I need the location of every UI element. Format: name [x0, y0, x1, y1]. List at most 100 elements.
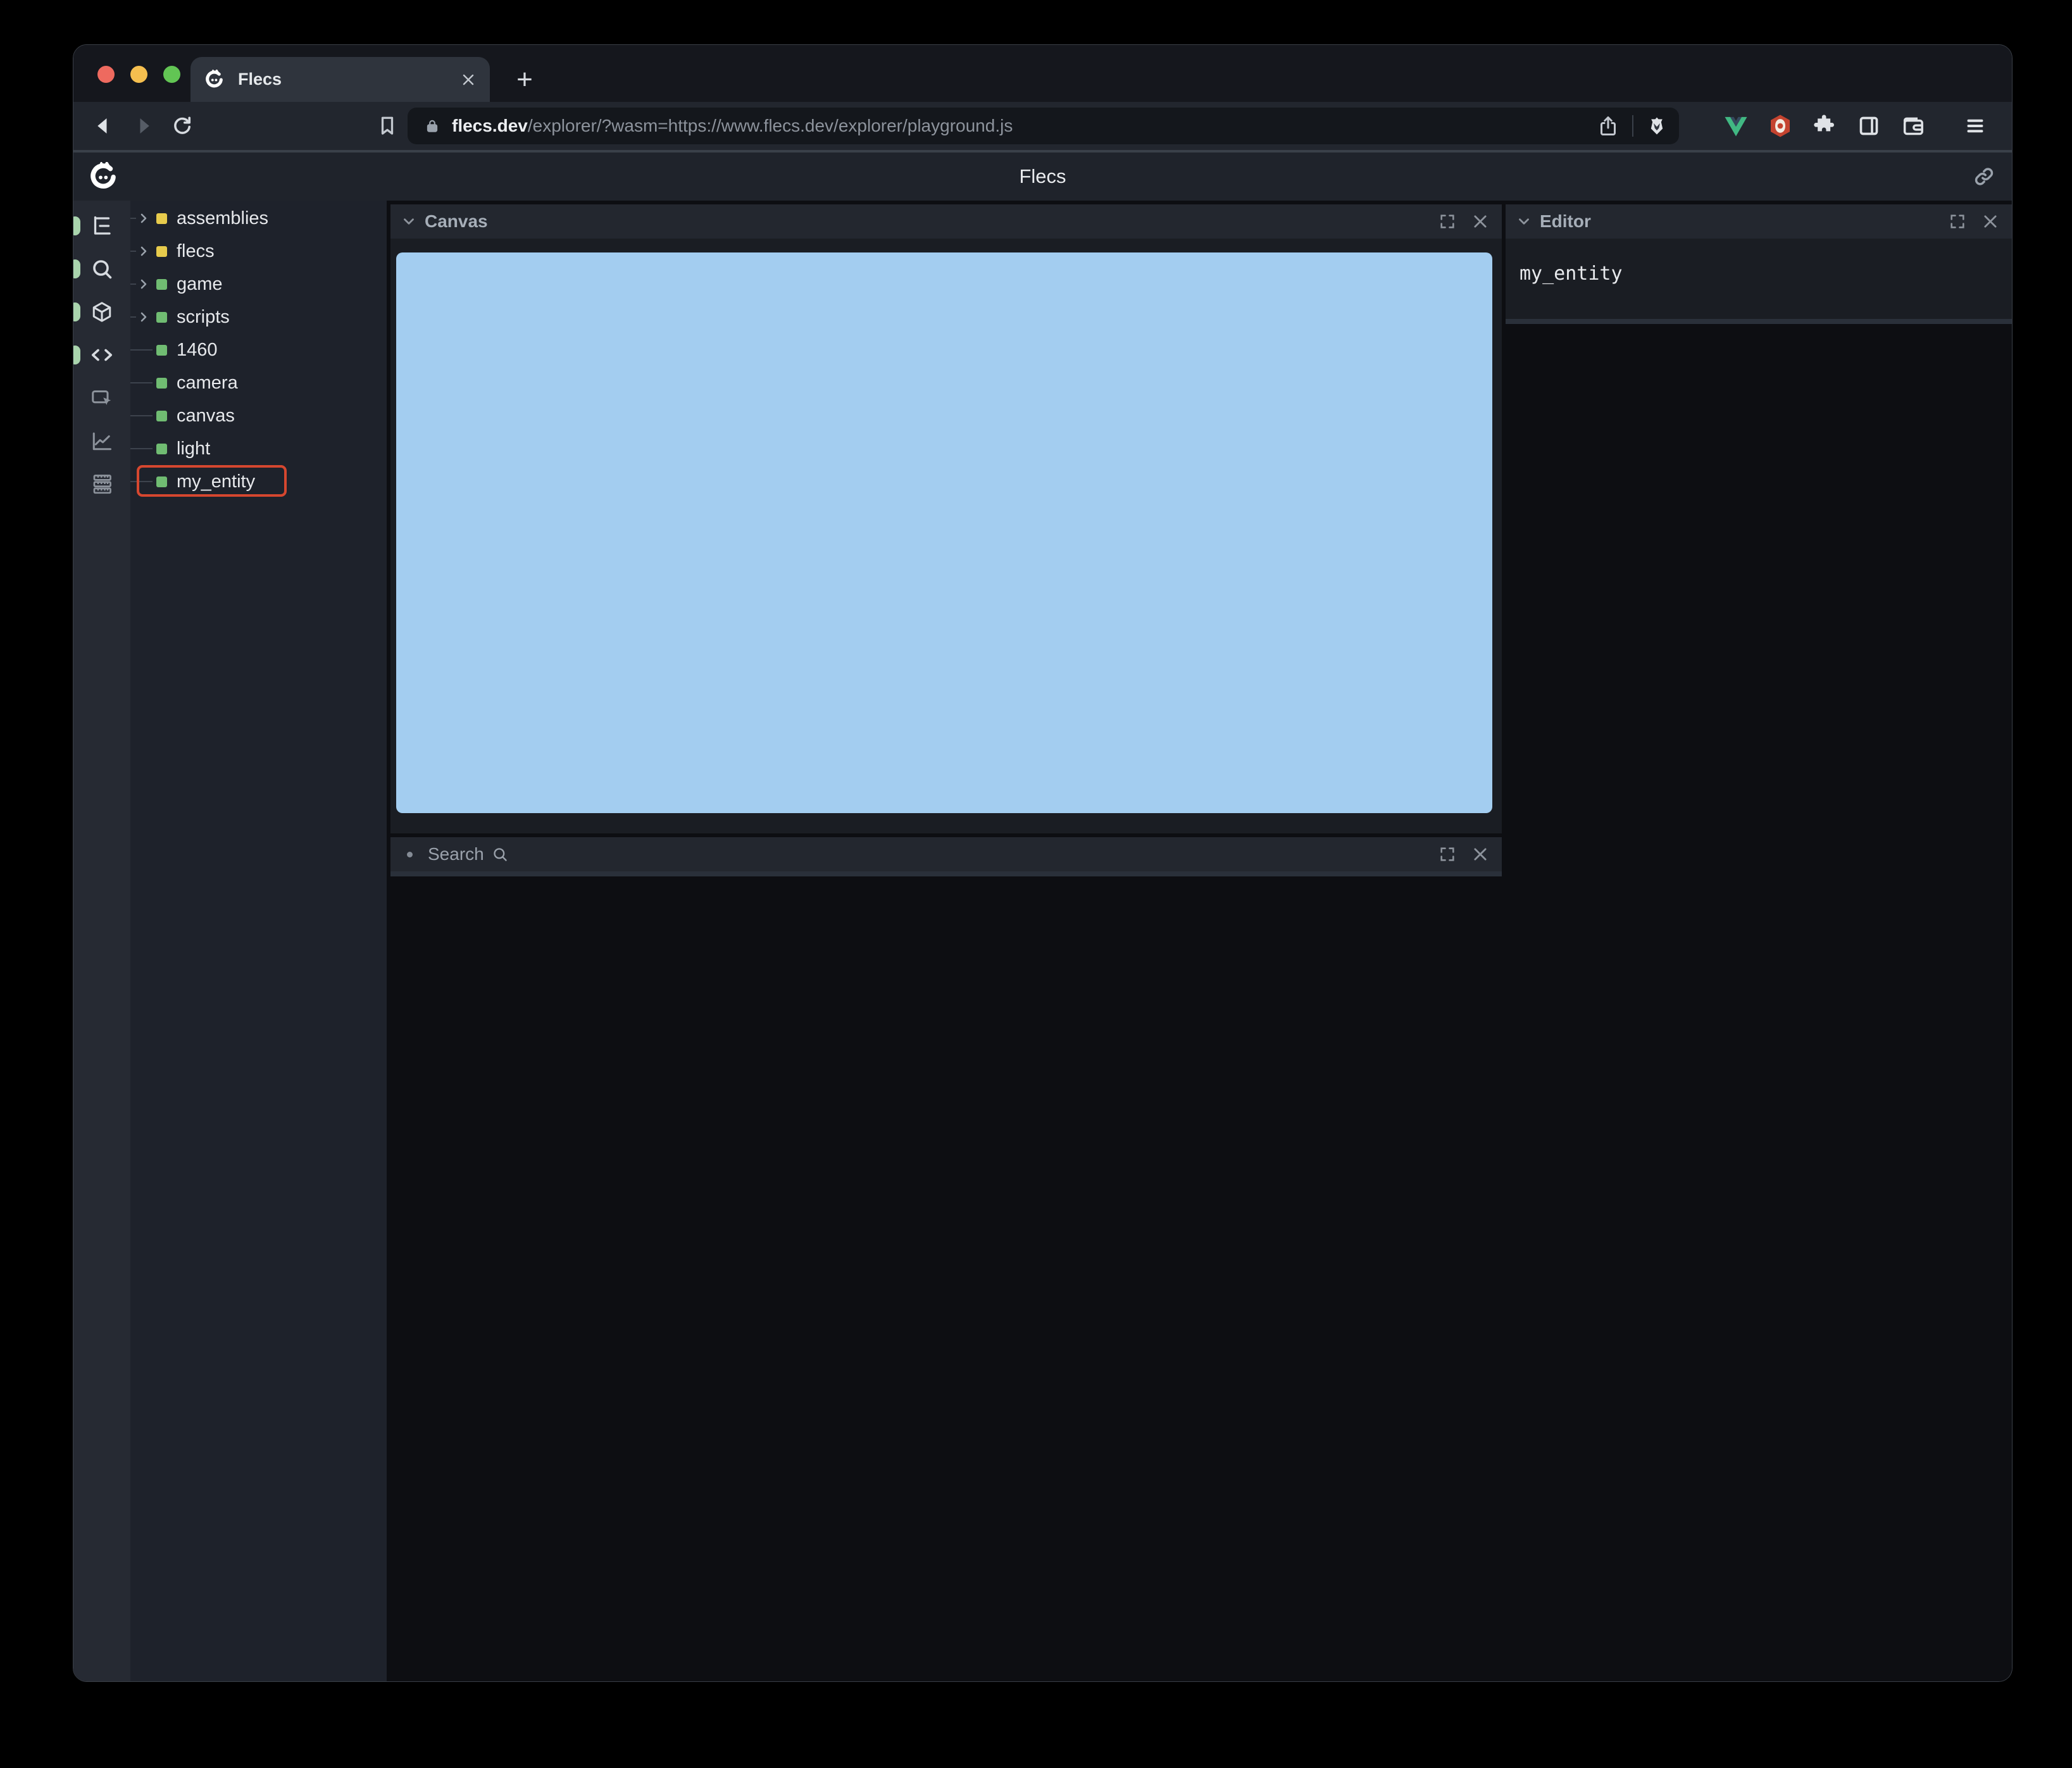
- search-icon: [93, 260, 112, 279]
- minimize-window-button[interactable]: [130, 66, 147, 83]
- tree-item-scripts[interactable]: scripts: [130, 301, 387, 333]
- panel-title: Canvas: [425, 211, 488, 231]
- reload-button[interactable]: [171, 115, 194, 137]
- wallet-button[interactable]: [1900, 113, 1926, 139]
- fullscreen-button[interactable]: [1949, 213, 1966, 230]
- extensions-menu-button[interactable]: [1812, 113, 1837, 139]
- app-header: Flecs: [73, 153, 2012, 201]
- tree-connector: [130, 309, 153, 325]
- share-link-button[interactable]: [1973, 165, 1995, 188]
- fullscreen-button[interactable]: [1439, 845, 1456, 863]
- tree-item-1460[interactable]: 1460: [130, 333, 387, 366]
- search-icon: [494, 847, 507, 861]
- cube-icon: [92, 302, 111, 322]
- chevron-right-icon: [140, 312, 147, 322]
- entity-kind-square: [156, 278, 167, 290]
- canvas-panel-header: Canvas: [390, 204, 1502, 239]
- entity-kind-square: [156, 311, 167, 323]
- desktop: Flecs + flecs.dev/explorer/?wasm=https:/…: [0, 0, 2072, 1768]
- brave-shields-button[interactable]: [1646, 115, 1668, 137]
- flecs-favicon-icon: [204, 70, 224, 89]
- close-window-button[interactable]: [97, 66, 115, 83]
- render-canvas[interactable]: [396, 252, 1492, 813]
- back-button[interactable]: [92, 115, 115, 137]
- editor-column: Editor my_entity: [1506, 204, 2012, 1681]
- share-button[interactable]: [1597, 115, 1620, 137]
- vue-devtools-button[interactable]: [1723, 113, 1749, 139]
- share-icon: [1601, 116, 1616, 135]
- chevron-down-icon[interactable]: [1516, 213, 1532, 230]
- new-tab-button[interactable]: +: [510, 65, 539, 94]
- chart-icon: [92, 432, 111, 451]
- close-panel-button[interactable]: [1471, 845, 1489, 863]
- browser-menu-button[interactable]: [1964, 115, 1987, 137]
- chevron-down-icon[interactable]: [401, 213, 417, 230]
- tree-item-label: assemblies: [177, 208, 269, 228]
- address-bar[interactable]: flecs.dev/explorer/?wasm=https://www.fle…: [408, 108, 1679, 144]
- sidebar-inspect-button[interactable]: [73, 380, 130, 416]
- app-title: Flecs: [1019, 165, 1066, 187]
- tree-item-flecs[interactable]: flecs: [130, 235, 387, 268]
- extension-button[interactable]: [1768, 113, 1793, 139]
- editor-panel-body[interactable]: my_entity: [1506, 239, 2012, 319]
- sidebar-toggle-button[interactable]: [1856, 113, 1882, 139]
- panel-title: Editor: [1540, 211, 1591, 231]
- zoom-window-button[interactable]: [163, 66, 180, 83]
- close-panel-button[interactable]: [1471, 213, 1489, 230]
- hamburger-menu-icon: [1967, 119, 1983, 133]
- tree-item-label: camera: [177, 372, 238, 393]
- tree-connector: [130, 349, 153, 351]
- tree-item-camera[interactable]: camera: [130, 366, 387, 399]
- sidebar-search-button[interactable]: [73, 251, 130, 287]
- urlbar-divider: [1632, 115, 1633, 137]
- url-text: flecs.dev/explorer/?wasm=https://www.fle…: [452, 116, 1597, 136]
- editor-panel: Editor my_entity: [1506, 204, 2012, 324]
- sidebar-stats-button[interactable]: [73, 423, 130, 459]
- sidebar-entities-button[interactable]: [73, 294, 130, 330]
- tree-connector: [130, 448, 153, 449]
- link-icon: [1975, 168, 1994, 185]
- entity-kind-square: [156, 443, 167, 454]
- code-icon: [91, 349, 113, 361]
- search-panel-header[interactable]: Search: [390, 837, 1502, 871]
- sidebar-tree-button[interactable]: [73, 208, 130, 244]
- tab-close-button[interactable]: [461, 72, 476, 87]
- tree-item-label: 1460: [177, 339, 218, 360]
- sidebar-code-button[interactable]: [73, 337, 130, 373]
- tree-item-label: scripts: [177, 306, 230, 327]
- url-path: /explorer/?wasm=https://www.flecs.dev/ex…: [527, 116, 1013, 135]
- extensions-area: [1723, 113, 1926, 139]
- fullscreen-icon: [1440, 215, 1454, 228]
- editor-panel-header: Editor: [1506, 204, 2012, 239]
- tree-item-assemblies[interactable]: assemblies: [130, 202, 387, 235]
- tree-item-label: light: [177, 438, 211, 459]
- active-tab[interactable]: Flecs: [190, 57, 490, 102]
- chevron-right-icon: [140, 213, 147, 223]
- close-icon: [1984, 215, 1997, 228]
- canvas-panel: Canvas: [390, 204, 1502, 833]
- close-icon: [1474, 215, 1487, 228]
- tree-item-label: flecs: [177, 240, 215, 261]
- panels-area: Canvas Search Editor my_entity: [387, 201, 2012, 1681]
- reload-icon: [174, 116, 191, 134]
- editor-code-text[interactable]: my_entity: [1520, 263, 1623, 285]
- close-panel-button[interactable]: [1982, 213, 1999, 230]
- active-indicator-pill: [73, 259, 80, 278]
- browser-toolbar: flecs.dev/explorer/?wasm=https://www.fle…: [73, 102, 2012, 153]
- bookmark-button[interactable]: [376, 115, 399, 137]
- entity-kind-square: [156, 246, 167, 257]
- tree-item-canvas[interactable]: canvas: [130, 399, 387, 432]
- active-indicator-pill: [73, 346, 80, 364]
- stats-rows-icon: [93, 475, 111, 494]
- tree-connector: [130, 481, 153, 482]
- forward-button[interactable]: [132, 115, 154, 137]
- browser-window: Flecs + flecs.dev/explorer/?wasm=https:/…: [73, 44, 2013, 1682]
- fullscreen-button[interactable]: [1439, 213, 1456, 230]
- tree-item-my-entity[interactable]: my_entity: [130, 465, 387, 498]
- wallet-icon: [1903, 117, 1923, 135]
- tree-item-game[interactable]: game: [130, 268, 387, 301]
- tree-item-light[interactable]: light: [130, 432, 387, 465]
- sidebar-tables-button[interactable]: [73, 466, 130, 502]
- tree-item-label: game: [177, 273, 223, 294]
- back-icon: [97, 118, 107, 134]
